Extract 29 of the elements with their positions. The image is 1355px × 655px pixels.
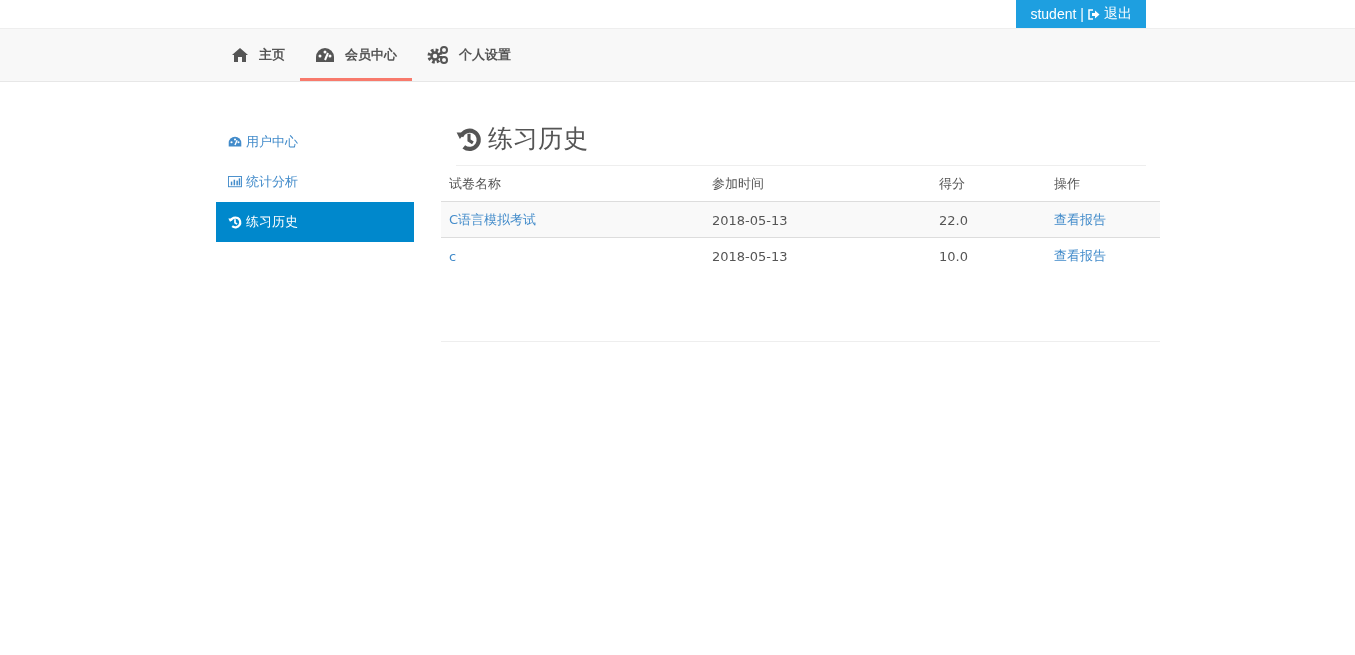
bar-chart-icon bbox=[228, 176, 242, 188]
sidebar-item[interactable]: 练习历史 bbox=[216, 202, 414, 242]
table-cell: 2018-05-13 bbox=[704, 201, 931, 238]
table-cell: 10.0 bbox=[931, 237, 1046, 273]
home-icon bbox=[231, 47, 249, 63]
table-cell: 2018-05-13 bbox=[704, 237, 931, 273]
nav-tab[interactable]: 会员中心 bbox=[300, 29, 412, 81]
logout-link[interactable]: 退出 bbox=[1088, 5, 1132, 23]
column-header: 操作 bbox=[1046, 166, 1160, 202]
dashboard-icon bbox=[228, 136, 242, 148]
nav-tab[interactable]: 主页 bbox=[216, 29, 300, 81]
view-report-link[interactable]: 查看报告 bbox=[1054, 212, 1106, 227]
view-report-link[interactable]: 查看报告 bbox=[1054, 248, 1106, 263]
test-name-link[interactable]: C语言模拟考试 bbox=[449, 212, 537, 227]
history-icon bbox=[228, 215, 242, 229]
nav-tab[interactable]: 个人设置 bbox=[412, 29, 526, 81]
logout-icon bbox=[1088, 8, 1100, 20]
gears-icon bbox=[427, 45, 449, 65]
test-name-link[interactable]: c bbox=[449, 248, 457, 264]
sidebar-item[interactable]: 用户中心 bbox=[216, 122, 414, 162]
column-header: 试卷名称 bbox=[441, 166, 704, 202]
page-heading: 练习历史 bbox=[488, 123, 588, 155]
separator: | bbox=[1080, 6, 1084, 22]
sidebar-item[interactable]: 统计分析 bbox=[216, 162, 414, 202]
column-header: 得分 bbox=[931, 166, 1046, 202]
username: student bbox=[1030, 6, 1077, 22]
dashboard-icon bbox=[315, 47, 335, 63]
column-header: 参加时间 bbox=[704, 166, 931, 202]
table-cell: 22.0 bbox=[931, 201, 1046, 238]
